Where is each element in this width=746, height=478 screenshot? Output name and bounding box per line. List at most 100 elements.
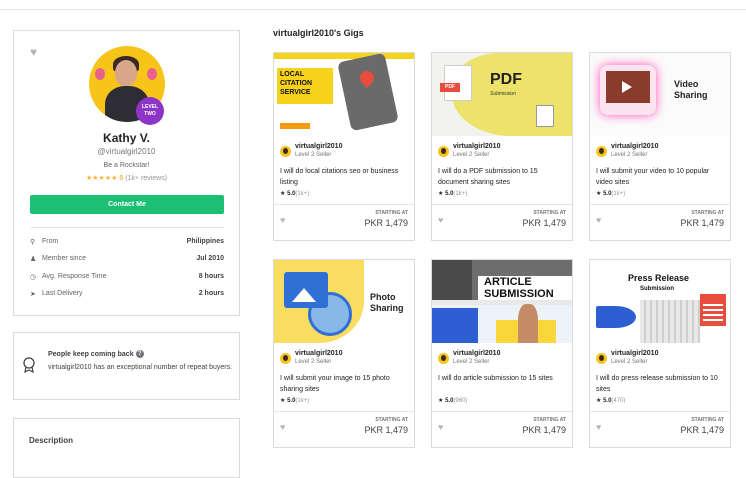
stat-from: ⚲ From Philippines [30,238,224,252]
repeat-buyers-text: virtualgirl2010 has an exceptional numbe… [48,364,233,371]
gig-card[interactable]: Press Release Submission virtualgirl2010… [589,259,731,448]
gig-seller-name: virtualgirl2010 [611,143,659,150]
star-icon: ★ [280,191,286,197]
seller-name[interactable]: Kathy V. [14,131,239,145]
gig-seller-level: Level 2 Seller [611,152,648,158]
seller-rating[interactable]: ★★★★★ 5 (1k+ reviews) [14,174,239,182]
stat-value: 2 hours [198,290,224,297]
gig-title[interactable]: I will do press release submission to 10… [596,373,724,395]
star-icon: ★ [596,398,602,404]
seller-profile-card: ♥ LEVEL TWO Kathy V. @virtualgirl2010 Be… [13,30,240,316]
thumb-text: Press Release [628,273,690,283]
divider [30,227,224,228]
thumb-text: LOCAL CITATION SERVICE [280,71,313,96]
stat-value: Philippines [186,238,224,245]
gig-thumbnail[interactable]: Video Sharing [590,53,730,136]
rating-stars-icon: ★★★★★ [85,175,118,182]
thumb-subtext: Submission [490,91,516,97]
heart-icon[interactable]: ♥ [30,45,37,59]
gig-rating: ★ 5.0(960) [438,398,468,404]
gig-rating: ★ 5.0(1k+) [280,191,310,197]
gig-title[interactable]: I will do article submission to 15 sites [438,373,566,384]
repeat-buyers-card: People keep coming back ? virtualgirl201… [13,332,240,400]
gig-seller: virtualgirl2010 Level 2 Seller [280,143,410,161]
star-icon: ★ [438,191,444,197]
gig-seller-name: virtualgirl2010 [611,350,659,357]
repeat-buyers-title: People keep coming back ? [48,350,144,358]
gig-card[interactable]: Photo Sharing virtualgirl2010 Level 2 Sel… [273,259,415,448]
gig-rating: ★ 5.0(1k+) [280,398,310,404]
star-icon: ★ [596,191,602,197]
description-title: Description [29,436,74,445]
thumb-text: Photo Sharing [370,292,404,313]
gig-rating: ★ 5.0(1k+) [596,191,626,197]
gig-thumbnail[interactable]: PDF PDF Submission [432,53,572,136]
heart-icon[interactable]: ♥ [596,215,601,225]
seller-username: @virtualgirl2010 [97,147,156,156]
level-badge: LEVEL TWO [136,97,164,125]
gig-seller: virtualgirl2010 Level 2 Seller [438,143,568,161]
description-card: Description [13,418,240,478]
repeat-title-text: People keep coming back [48,350,134,358]
heart-icon[interactable]: ♥ [438,215,443,225]
medal-icon [23,357,35,373]
thumb-text: ARTICLE SUBMISSION [484,276,554,300]
gigs-section-title: virtualgirl2010's Gigs [273,28,364,38]
gig-seller-name: virtualgirl2010 [295,350,343,357]
gig-card[interactable]: PDF PDF Submission virtualgirl2010 Level… [431,52,573,241]
gig-title[interactable]: I will submit your image to 15 photo sha… [280,373,408,395]
mini-avatar [438,353,449,364]
heart-icon[interactable]: ♥ [438,422,443,432]
stat-label: Last Delivery [42,290,83,297]
gig-price: PKR 1,479 [522,218,566,228]
gig-seller-level: Level 2 Seller [611,359,648,365]
gig-footer: ♥ STARTING AT PKR 1,479 [590,204,730,240]
gig-rating: ★ 5.0(470) [596,398,626,404]
gig-title[interactable]: I will do local citations seo or busines… [280,166,408,188]
gig-seller-level: Level 2 Seller [453,359,490,365]
heart-icon[interactable]: ♥ [280,215,285,225]
review-count: (1k+ reviews) [125,175,168,182]
question-icon[interactable]: ? [135,350,144,358]
location-pin-icon: ⚲ [30,239,36,246]
gig-price: PKR 1,479 [364,425,408,435]
stat-value: 8 hours [198,273,224,280]
gig-title[interactable]: I will do a PDF submission to 15 documen… [438,166,566,188]
gig-footer: ♥ STARTING AT PKR 1,479 [590,411,730,447]
mini-avatar [596,353,607,364]
gig-seller-level: Level 2 Seller [295,152,332,158]
mini-avatar [438,146,449,157]
seller-tagline: Be a Rockstar! [103,162,150,169]
rating-value: 5 [119,175,124,182]
gig-seller: virtualgirl2010 Level 2 Seller [596,143,726,161]
gig-thumbnail[interactable]: Photo Sharing [274,260,414,343]
gig-seller: virtualgirl2010 Level 2 Seller [438,350,568,368]
thumb-text: Video Sharing [674,79,708,100]
star-icon: ★ [438,398,444,404]
stat-label: Avg. Response Time [42,273,107,280]
gig-footer: ♥ STARTING AT PKR 1,479 [274,204,414,240]
gig-seller-name: virtualgirl2010 [453,143,501,150]
gig-card[interactable]: LOCAL CITATION SERVICE virtualgirl2010 Lev… [273,52,415,241]
clock-icon: ◷ [30,274,37,281]
gig-title[interactable]: I will submit your video to 10 popular v… [596,166,724,188]
gig-price: PKR 1,479 [364,218,408,228]
gig-thumbnail[interactable]: LOCAL CITATION SERVICE [274,53,414,136]
gig-seller: virtualgirl2010 Level 2 Seller [280,350,410,368]
contact-me-button[interactable]: Contact Me [30,195,224,214]
heart-icon[interactable]: ♥ [596,422,601,432]
mini-avatar [280,146,291,157]
user-icon: ♟ [30,256,37,263]
paper-plane-icon: ➤ [30,291,36,298]
gig-card[interactable]: Video Sharing virtualgirl2010 Level 2 Sel… [589,52,731,241]
starting-at-label: STARTING AT [691,210,724,216]
gig-thumbnail[interactable]: Press Release Submission [590,260,730,343]
gig-footer: ♥ STARTING AT PKR 1,479 [432,204,572,240]
gig-card[interactable]: ARTICLE SUBMISSION virtualgirl2010 Level … [431,259,573,448]
gig-price: PKR 1,479 [522,425,566,435]
stat-member-since: ♟ Member since Jul 2010 [30,255,224,269]
gig-thumbnail[interactable]: ARTICLE SUBMISSION [432,260,572,343]
star-icon: ★ [280,398,286,404]
starting-at-label: STARTING AT [533,417,566,423]
heart-icon[interactable]: ♥ [280,422,285,432]
